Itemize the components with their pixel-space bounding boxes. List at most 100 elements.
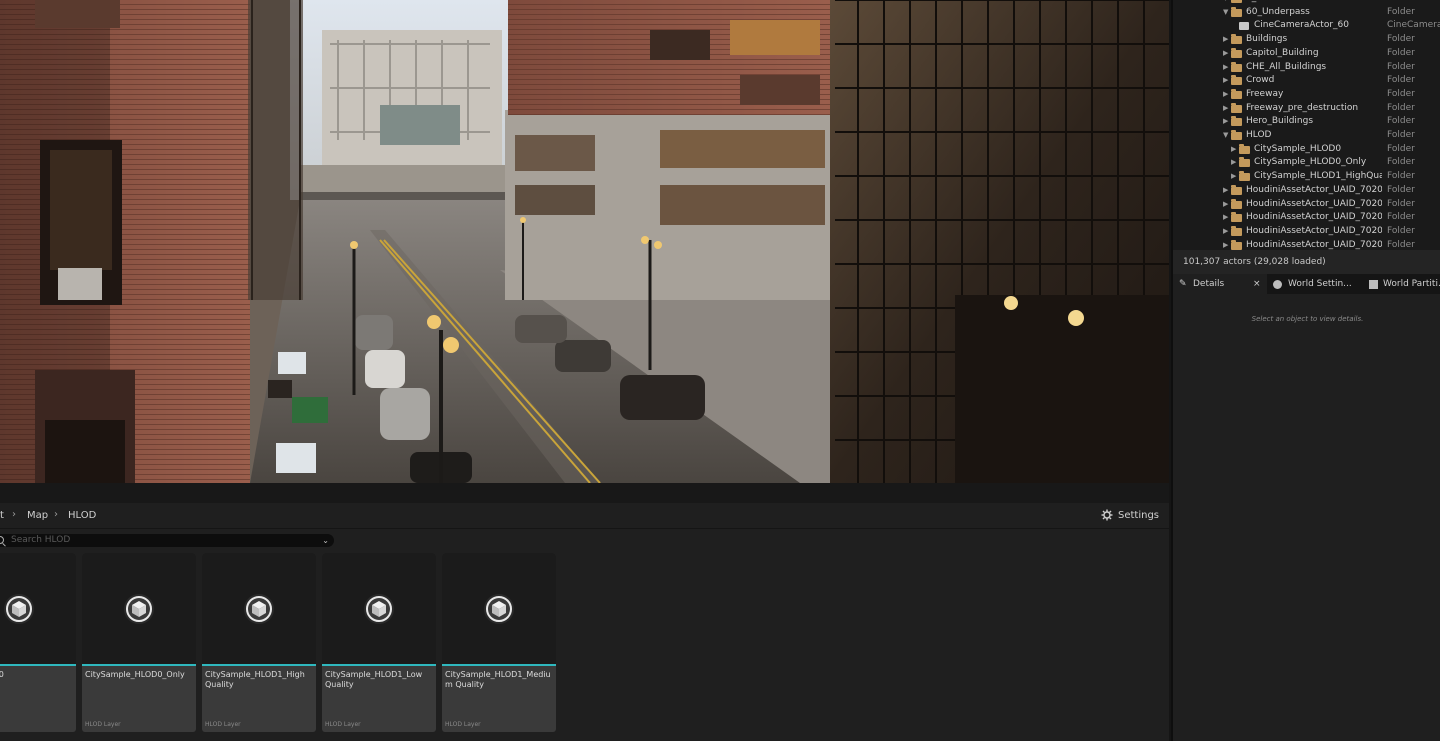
outliner-item-label: HoudiniAssetActor_UAID_702084 — [1246, 184, 1382, 195]
outliner-row[interactable]: ▶ Capitol_Building Folder — [1173, 47, 1440, 61]
outliner-item-type: Folder — [1387, 171, 1415, 182]
outliner-item-type: Folder — [1387, 225, 1415, 236]
hlod-layer-icon — [244, 594, 274, 624]
asset-tile[interactable]: CitySample_HLOD1_High Quality HLOD Layer — [202, 553, 316, 732]
hlod-layer-icon — [484, 594, 514, 624]
caret-right-icon[interactable]: ▶ — [1231, 156, 1236, 170]
outliner-row[interactable]: ▶ Freeway Folder — [1173, 88, 1440, 102]
pencil-icon: ✎ — [1179, 279, 1187, 289]
tab-world-settings[interactable]: World Settin... — [1269, 274, 1365, 294]
caret-right-icon[interactable]: ▶ — [1223, 115, 1228, 129]
outliner-row[interactable]: CineCameraActor_60 CineCameraA — [1173, 19, 1440, 33]
caret-right-icon[interactable]: ▶ — [1231, 143, 1236, 157]
caret-right-icon[interactable]: ▶ — [1231, 170, 1236, 184]
outliner-row[interactable]: ▶ HoudiniAssetActor_UAID_702084 Folder — [1173, 211, 1440, 225]
caret-right-icon[interactable]: ▶ — [1223, 61, 1228, 75]
hlod-layer-icon — [124, 594, 154, 624]
outliner-row[interactable]: ▶ HoudiniAssetActor_UAID_702084 Folder — [1173, 239, 1440, 250]
outliner-row[interactable]: ▼ HLOD Folder — [1173, 129, 1440, 143]
caret-down-icon[interactable]: ▼ — [1223, 6, 1228, 20]
breadcrumb-item[interactable]: t — [0, 510, 4, 521]
outliner-item-type: Folder — [1387, 130, 1415, 140]
outliner-item-type: Folder — [1387, 198, 1415, 209]
caret-right-icon[interactable]: ▶ — [1223, 88, 1228, 102]
outliner-row[interactable]: ▶ CitySample_HLOD1_HighQuality Folder — [1173, 170, 1440, 184]
outliner-item-type: Folder — [1387, 116, 1415, 127]
caret-right-icon[interactable]: ▶ — [1223, 184, 1228, 198]
asset-tile[interactable]: CitySample_HLOD0_Only HLOD Layer — [82, 553, 196, 732]
breadcrumb-item[interactable]: Map — [27, 510, 48, 521]
close-icon[interactable]: × — [1253, 274, 1261, 294]
outliner-row[interactable]: ▶ CitySample_HLOD0_Only Folder — [1173, 156, 1440, 170]
outliner-row[interactable]: ▶ HoudiniAssetActor_UAID_702084 Folder — [1173, 184, 1440, 198]
outliner-row[interactable]: ▶ CitySample_HLOD0 Folder — [1173, 143, 1440, 157]
outliner-row[interactable]: ▶ Freeway_pre_destruction Folder — [1173, 102, 1440, 116]
caret-right-icon[interactable]: ▶ — [1223, 211, 1228, 225]
outliner-row[interactable]: ▶ Crowd Folder — [1173, 74, 1440, 88]
actor-count-status: 101,307 actors (29,028 loaded) — [1173, 250, 1440, 274]
outliner-row[interactable]: ▶ Hero_Buildings Folder — [1173, 115, 1440, 129]
outliner-item-type: Folder — [1387, 47, 1415, 58]
tab-world-partition[interactable]: World Partiti... — [1367, 274, 1440, 294]
outliner-item-label: CitySample_HLOD0_Only — [1254, 157, 1367, 168]
outliner-item-label: HoudiniAssetActor_UAID_702084 — [1246, 198, 1382, 209]
search-icon — [0, 536, 4, 544]
asset-name: CitySample_HLOD1_Low Quality — [325, 670, 423, 689]
outliner-item-type: Folder — [1387, 143, 1415, 154]
outliner-item-label: Buildings — [1246, 34, 1288, 45]
asset-type-accent — [442, 664, 556, 666]
outliner-item-label: HoudiniAssetActor_UAID_702084 — [1246, 212, 1382, 223]
tab-details[interactable]: ✎ Details × — [1173, 274, 1267, 294]
asset-name: CitySample_HLOD1_Medium Quality — [445, 670, 551, 689]
outliner-item-type: CineCameraA — [1387, 20, 1440, 31]
chevron-down-icon[interactable]: ⌄ — [322, 534, 329, 547]
folder-icon — [1231, 61, 1242, 72]
outliner-row[interactable]: ▶ CHE_All_Buildings Folder — [1173, 61, 1440, 75]
asset-name: CitySample_HLOD0_Only — [85, 670, 185, 679]
outliner-item-label: Freeway — [1246, 88, 1284, 99]
caret-right-icon[interactable]: ▶ — [1223, 74, 1228, 88]
outliner-row[interactable]: ▶ HoudiniAssetActor_UAID_702084 Folder — [1173, 198, 1440, 212]
caret-right-icon[interactable]: ▶ — [1223, 198, 1228, 212]
caret-right-icon[interactable]: ▶ — [1223, 47, 1228, 61]
asset-thumbnail — [82, 553, 196, 664]
panel-tab-bar: ✎ Details × World Settin... World Partit… — [1173, 274, 1440, 294]
outliner-row[interactable]: ▶ Buildings Folder — [1173, 33, 1440, 47]
search-input[interactable]: Search HLOD ⌄ — [0, 534, 334, 547]
outliner-row[interactable]: ▶ HoudiniAssetActor_UAID_702084 Folder — [1173, 225, 1440, 239]
outliner-item-type: Folder — [1387, 6, 1415, 17]
folder-icon — [1231, 130, 1242, 140]
caret-right-icon[interactable]: ▶ — [1223, 225, 1228, 239]
folder-icon — [1231, 6, 1242, 17]
caret-down-icon[interactable]: ▼ — [1223, 129, 1228, 143]
folder-icon — [1239, 157, 1250, 168]
outliner-item-type: Folder — [1387, 184, 1415, 195]
caret-right-icon[interactable]: ▶ — [1223, 33, 1228, 47]
asset-tile[interactable]: CitySample_HLOD1_Low Quality HLOD Layer — [322, 553, 436, 732]
outliner-item-label: 60_Underpass — [1246, 6, 1310, 17]
outliner-item-label: Freeway_pre_destruction — [1246, 102, 1359, 113]
caret-right-icon[interactable]: ▶ — [1223, 102, 1228, 116]
breadcrumb-item[interactable]: HLOD — [68, 510, 96, 521]
level-viewport[interactable] — [0, 0, 1169, 483]
outliner-item-type: Folder — [1387, 212, 1415, 223]
outliner-item-type: Folder — [1387, 34, 1415, 45]
outliner-item-type: Folder — [1387, 88, 1415, 99]
asset-tile[interactable]: CitySample_HLOD1_Medium Quality HLOD Laye… — [442, 553, 556, 732]
folder-icon — [1231, 212, 1242, 223]
outliner-item-type: Folder — [1387, 75, 1415, 86]
caret-right-icon[interactable]: ▶ — [1223, 239, 1228, 250]
settings-button[interactable]: Settings — [1101, 509, 1159, 521]
asset-tile[interactable]: le_HLOD0 — [0, 553, 76, 732]
folder-icon — [1231, 88, 1242, 99]
outliner-item-type: Folder — [1387, 102, 1415, 113]
tab-world-partition-label: World Partiti... — [1383, 279, 1440, 289]
content-browser-toolbar: t › Map › HLOD Settings — [0, 503, 1169, 529]
outliner-item-label: Hero_Buildings — [1246, 116, 1314, 127]
asset-type: HLOD Layer — [205, 721, 241, 728]
city-scene-render — [0, 0, 1169, 483]
outliner-row[interactable]: ▼ 60_Underpass Folder — [1173, 6, 1440, 20]
folder-icon — [1231, 184, 1242, 195]
asset-thumbnail — [202, 553, 316, 664]
outliner-item-type: Folder — [1387, 61, 1415, 72]
